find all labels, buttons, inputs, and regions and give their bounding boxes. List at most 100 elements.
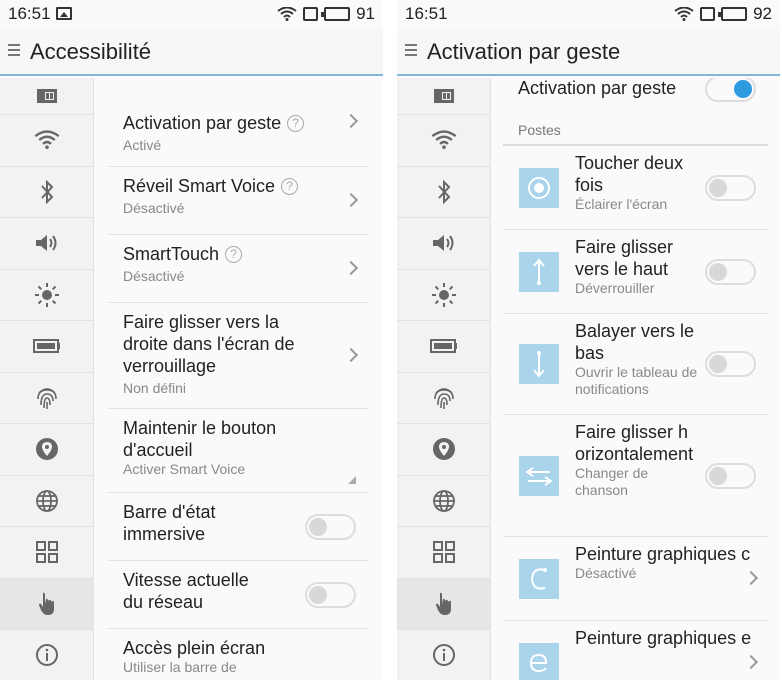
battery-icon xyxy=(718,7,748,21)
toggle-switch[interactable] xyxy=(705,351,756,377)
toggle-switch[interactable] xyxy=(305,581,356,608)
item-subtitle: Désactivé xyxy=(123,268,185,284)
location-icon[interactable] xyxy=(0,424,93,476)
help-icon[interactable]: ? xyxy=(225,246,243,263)
item-subtitle: Non défini xyxy=(123,380,187,396)
swipe-up-thumbnail xyxy=(519,251,559,292)
list-item-smarttouch[interactable]: SmartTouch? Désactivé xyxy=(108,235,368,303)
status-time: 16:51 xyxy=(405,4,448,23)
item-title: Faire glisser horizontalement xyxy=(575,422,694,464)
dropdown-indicator-icon xyxy=(348,476,356,484)
settings-sidebar xyxy=(0,78,94,680)
list-item-glisser-droite[interactable]: Faire glisser vers la droite dans l'écra… xyxy=(108,303,368,409)
item-title: Accès plein écran xyxy=(123,638,266,658)
gesture-item-swipe-up[interactable]: Faire glisser vers le haut Déverrouiller xyxy=(503,230,768,314)
chevron-right-icon xyxy=(743,654,759,669)
fingerprint-icon[interactable] xyxy=(0,373,93,424)
item-title: Réveil Smart Voice xyxy=(123,176,276,196)
info-icon[interactable] xyxy=(0,630,93,680)
item-title: Maintenir le bouton d'accueil xyxy=(123,418,277,460)
list-item-activation-par-geste[interactable]: Activation par geste? Activé xyxy=(108,78,368,167)
toggle-switch[interactable] xyxy=(705,462,756,489)
page-title: Activation par geste xyxy=(427,39,621,64)
settings-list: Activation par geste? Activé Réveil Smar… xyxy=(108,78,368,680)
app-bar: Accessibilité xyxy=(0,30,383,76)
item-subtitle: Utiliser la barre de xyxy=(123,659,237,675)
help-icon[interactable]: ? xyxy=(281,178,299,195)
gesture-item-draw-e[interactable]: Peinture graphiques e xyxy=(503,621,768,680)
status-time: 16:51 xyxy=(8,4,51,23)
gesture-list: Activation par geste Postes Toucher deux… xyxy=(503,78,768,680)
globe-icon[interactable] xyxy=(0,476,93,527)
hand-touch-icon[interactable] xyxy=(0,578,93,630)
volume-icon[interactable] xyxy=(0,218,93,270)
master-toggle-row[interactable]: Activation par geste xyxy=(503,78,768,108)
app-bar: Activation par geste xyxy=(397,30,780,76)
brightness-icon[interactable] xyxy=(0,270,93,321)
status-bar: 16:51 92 xyxy=(397,0,780,28)
double-tap-thumbnail xyxy=(519,167,559,208)
wifi-icon[interactable] xyxy=(397,115,490,167)
item-title: SmartTouch xyxy=(123,244,220,264)
draw-e-thumbnail xyxy=(519,642,559,680)
status-bar: 16:51 91 xyxy=(0,0,383,28)
item-title: Peinture graphiques e xyxy=(575,628,752,648)
menu-icon[interactable] xyxy=(405,44,417,59)
menu-icon[interactable] xyxy=(8,44,20,59)
item-subtitle: Désactivé xyxy=(575,565,637,581)
item-subtitle: Activé xyxy=(123,137,162,153)
battery-icon[interactable] xyxy=(0,321,93,373)
toggle-switch[interactable] xyxy=(705,258,756,285)
gesture-item-draw-c[interactable]: Peinture graphiques c Désactivé xyxy=(503,537,768,621)
toggle-switch[interactable] xyxy=(305,513,356,540)
bluetooth-icon[interactable] xyxy=(0,167,93,218)
toggle-switch[interactable] xyxy=(705,174,756,201)
list-item-reveil-smart-voice[interactable]: Réveil Smart Voice? Désactivé xyxy=(108,167,368,235)
wifi-icon xyxy=(277,7,297,21)
item-subtitle: Désactivé xyxy=(123,200,185,216)
swipe-horizontal-thumbnail xyxy=(519,455,559,496)
master-toggle-switch[interactable] xyxy=(705,78,756,102)
swipe-down-thumbnail xyxy=(519,344,559,384)
battery-icon xyxy=(321,7,351,21)
settings-sidebar xyxy=(397,78,491,680)
gesture-item-swipe-horizontal[interactable]: Faire glisser horizontalement Changer de… xyxy=(503,415,768,537)
brightness-icon[interactable] xyxy=(397,270,490,321)
volume-icon[interactable] xyxy=(397,218,490,270)
sim-icon[interactable] xyxy=(0,78,93,115)
left-screen: 16:51 91 Accessibilité Activation par ge… xyxy=(0,0,383,680)
fingerprint-icon[interactable] xyxy=(397,373,490,424)
help-icon[interactable]: ? xyxy=(287,115,305,132)
right-screen: 16:51 92 Activation par geste Activation… xyxy=(397,0,780,680)
list-item-acces-plein-ecran[interactable]: Accès plein écran Utiliser la barre de xyxy=(108,629,368,680)
list-item-barre-etat-immersive[interactable]: Barre d'état immersive xyxy=(108,493,368,561)
wifi-icon[interactable] xyxy=(0,115,93,167)
info-icon[interactable] xyxy=(397,630,490,680)
item-title: Activation par geste xyxy=(123,113,282,133)
sim-icon[interactable] xyxy=(397,78,490,115)
gesture-item-swipe-down[interactable]: Balayer vers le bas Ouvrir le tableau de… xyxy=(503,314,768,415)
item-title: Peinture graphiques c xyxy=(575,544,751,564)
section-header: Postes xyxy=(503,108,768,146)
globe-icon[interactable] xyxy=(397,476,490,527)
bluetooth-icon[interactable] xyxy=(397,167,490,218)
sim-icon xyxy=(303,7,319,21)
sim-icon xyxy=(700,7,716,21)
list-item-maintenir-bouton-accueil[interactable]: Maintenir le bouton d'accueil Activer Sm… xyxy=(108,409,368,493)
image-notification-icon xyxy=(56,7,72,20)
hand-touch-icon[interactable] xyxy=(397,578,490,630)
item-subtitle: Activer Smart Voice xyxy=(123,461,246,477)
battery-level: 91 xyxy=(356,4,375,23)
master-toggle-label: Activation par geste xyxy=(518,78,677,98)
battery-level: 92 xyxy=(753,4,772,23)
battery-icon[interactable] xyxy=(397,321,490,373)
draw-c-thumbnail xyxy=(519,558,559,599)
wifi-icon xyxy=(674,7,694,21)
page-title: Accessibilité xyxy=(30,39,152,64)
apps-grid-icon[interactable] xyxy=(397,527,490,579)
location-icon[interactable] xyxy=(397,424,490,476)
item-title: Faire glisser vers la droite dans l'écra… xyxy=(123,312,295,376)
gesture-item-double-tap[interactable]: Toucher deux fois Éclairer l'écran xyxy=(503,146,768,230)
apps-grid-icon[interactable] xyxy=(0,527,93,579)
list-item-vitesse-reseau[interactable]: Vitesse actuelle du réseau xyxy=(108,561,368,629)
